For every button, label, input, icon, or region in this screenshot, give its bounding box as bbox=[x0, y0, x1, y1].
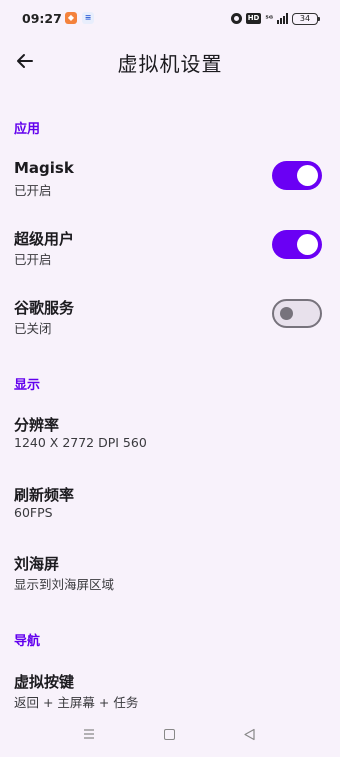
setting-google-services[interactable]: 谷歌服务 已关闭 bbox=[0, 297, 340, 353]
setting-title: 谷歌服务 bbox=[14, 299, 75, 317]
setting-title: 分辨率 bbox=[14, 416, 60, 434]
setting-title: 超级用户 bbox=[14, 230, 75, 248]
setting-value: 60FPS bbox=[14, 505, 53, 520]
toggle-knob bbox=[297, 165, 318, 186]
setting-status: 已开启 bbox=[14, 183, 52, 198]
toggle-knob bbox=[280, 307, 293, 320]
status-time: 09:27 bbox=[22, 11, 62, 26]
setting-value: 显示到刘海屏区域 bbox=[14, 577, 115, 592]
section-title-display: 显示 bbox=[14, 378, 41, 393]
notification-app-icon: ◆ bbox=[65, 12, 77, 24]
status-bar: 09:27 ◆ ≡ HD ⁵ᴳ 34 bbox=[0, 0, 340, 36]
notification-app-icon-2: ≡ bbox=[82, 12, 94, 24]
network-type-icon: ⁵ᴳ bbox=[265, 14, 273, 23]
recent-apps-button[interactable] bbox=[83, 728, 95, 740]
toggle-knob bbox=[297, 234, 318, 255]
status-icons: HD ⁵ᴳ 34 bbox=[230, 12, 320, 25]
setting-title: 虚拟按键 bbox=[14, 673, 75, 691]
setting-title: 刘海屏 bbox=[14, 555, 60, 573]
nav-back-button[interactable] bbox=[243, 728, 256, 741]
home-button[interactable] bbox=[164, 729, 175, 740]
system-nav-bar bbox=[0, 718, 340, 757]
google-services-toggle[interactable] bbox=[272, 299, 322, 328]
signal-icon bbox=[277, 13, 288, 24]
setting-notch[interactable]: 刘海屏 显示到刘海屏区域 bbox=[0, 553, 340, 609]
section-title-navigation: 导航 bbox=[14, 634, 41, 649]
section-title-apps: 应用 bbox=[14, 122, 41, 137]
setting-status: 已开启 bbox=[14, 252, 52, 267]
page-title: 虚拟机设置 bbox=[117, 52, 223, 76]
setting-title: Magisk bbox=[14, 159, 74, 177]
setting-magisk[interactable]: Magisk 已开启 bbox=[0, 159, 340, 215]
setting-resolution[interactable]: 分辨率 1240 X 2772 DPI 560 bbox=[0, 414, 340, 470]
setting-refresh-rate[interactable]: 刷新频率 60FPS bbox=[0, 484, 340, 540]
setting-title: 刷新频率 bbox=[14, 486, 75, 504]
hd-icon: HD bbox=[245, 13, 262, 24]
setting-superuser[interactable]: 超级用户 已开启 bbox=[0, 228, 340, 284]
alarm-icon bbox=[230, 13, 242, 24]
battery-icon: 34 bbox=[292, 12, 320, 25]
superuser-toggle[interactable] bbox=[272, 230, 322, 259]
setting-status: 已关闭 bbox=[14, 321, 52, 336]
setting-value: 1240 X 2772 DPI 560 bbox=[14, 435, 147, 450]
setting-value: 返回 + 主屏幕 + 任务 bbox=[14, 695, 139, 710]
magisk-toggle[interactable] bbox=[272, 161, 322, 190]
